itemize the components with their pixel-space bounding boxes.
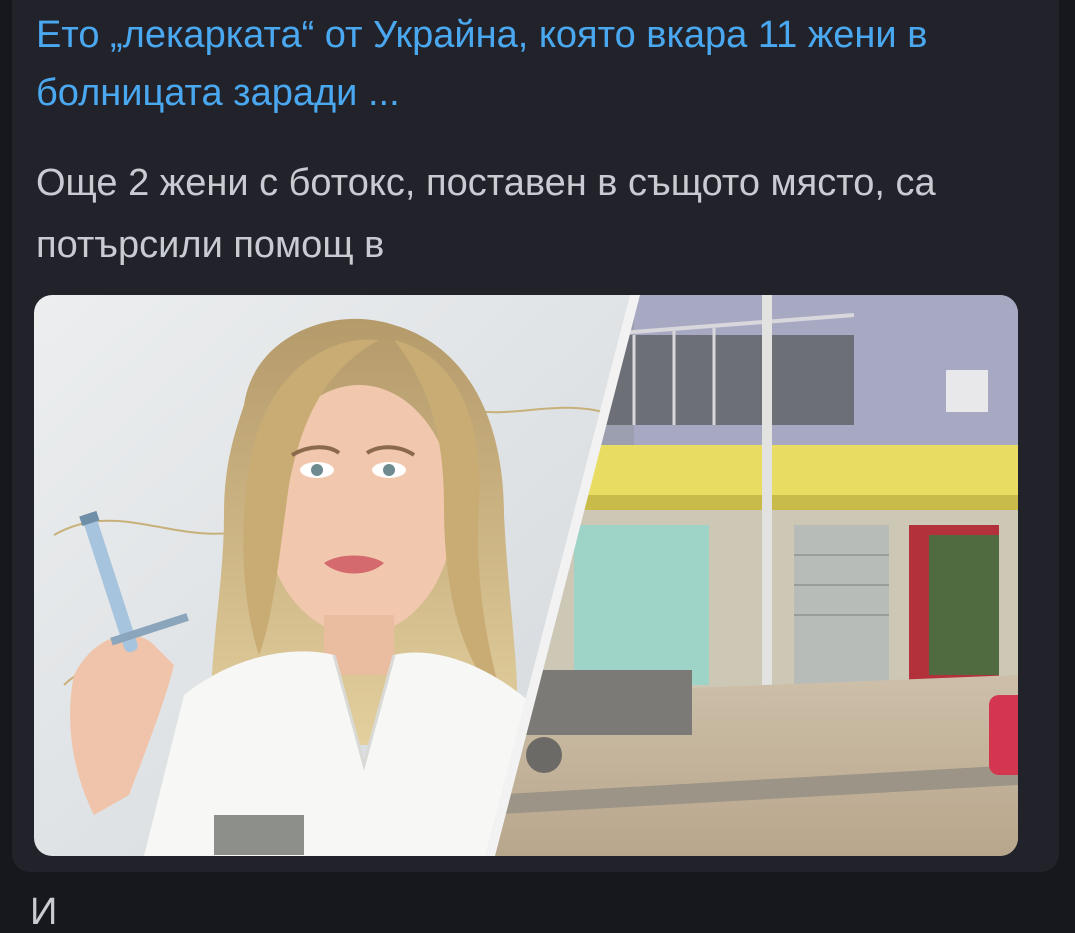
link-preview-title[interactable]: Ето „лекарката“ от Украйна, която вкара …: [36, 6, 996, 122]
link-preview-image[interactable]: [34, 295, 1018, 856]
link-preview-description: Още 2 жени с ботокс, поставен в същото м…: [36, 162, 936, 266]
next-message-text: И: [30, 891, 58, 933]
